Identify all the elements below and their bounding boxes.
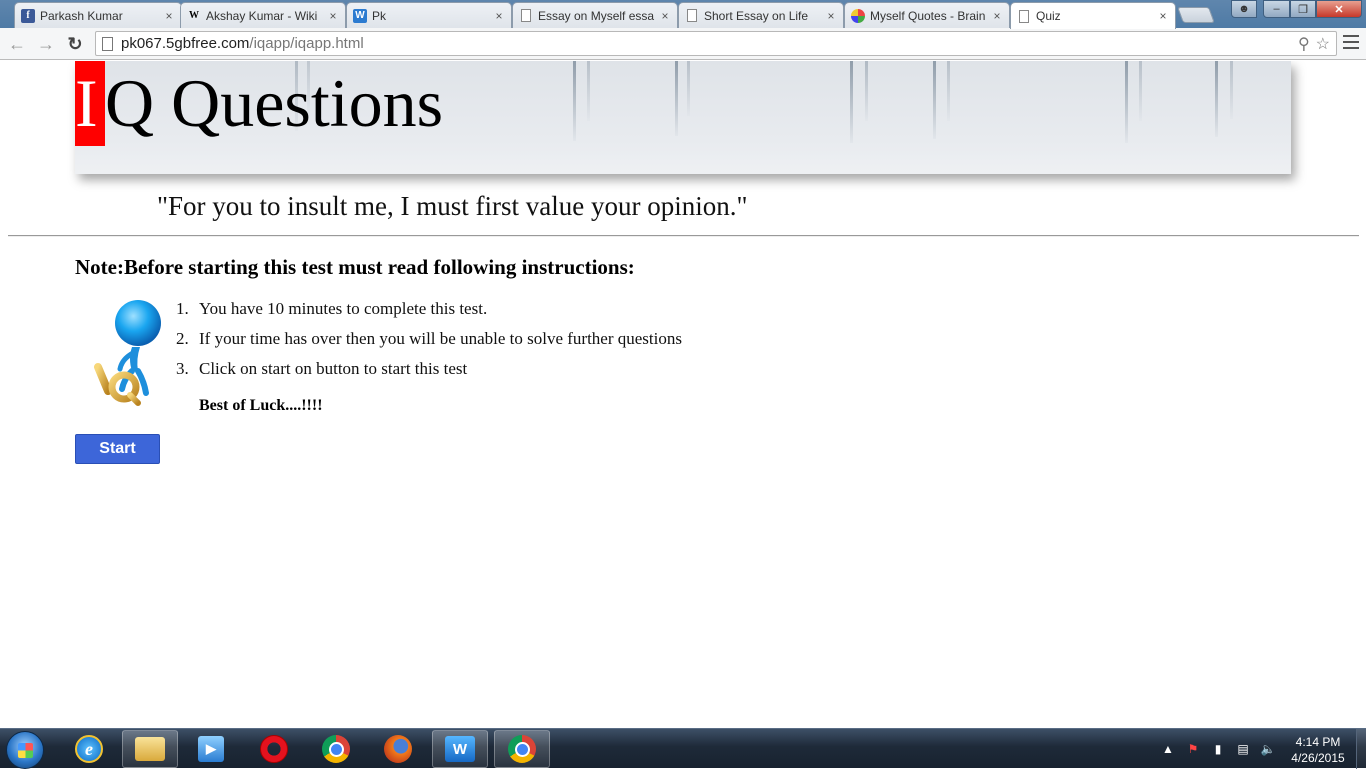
back-arrow-icon[interactable]: ← xyxy=(5,32,29,56)
title-rest: Q Questions xyxy=(105,65,444,141)
tab-title: Quiz xyxy=(1036,9,1061,23)
maximize-button[interactable]: ❐ xyxy=(1290,0,1316,18)
webstorm-icon: W xyxy=(445,736,475,762)
page-title: IQ Questions xyxy=(75,61,443,146)
url-host: pk067.5gbfree.com xyxy=(121,35,250,52)
windows-taskbar: e ▶ W ▲ ⚑ ▮ ▤ 🔈 4:14 PM 4/26/2015 xyxy=(0,728,1366,769)
close-tab-icon[interactable]: × xyxy=(163,9,175,23)
quote-text: "For you to insult me, I must first valu… xyxy=(157,191,748,221)
system-tray: ▲ ⚑ ▮ ▤ 🔈 xyxy=(1160,729,1276,769)
brainyquote-icon xyxy=(851,8,865,23)
taskbar-media-player[interactable]: ▶ xyxy=(183,730,239,768)
user-icon[interactable]: ☻ xyxy=(1231,0,1257,18)
taskbar-windows-explorer[interactable] xyxy=(122,730,178,768)
taskbar-internet-explorer[interactable]: e xyxy=(61,730,117,768)
network-signal-icon[interactable]: ▤ xyxy=(1235,741,1251,757)
show-hidden-icons-icon[interactable]: ▲ xyxy=(1160,741,1176,757)
close-tab-icon[interactable]: × xyxy=(327,9,339,23)
tab-title: Pk xyxy=(372,8,387,23)
instruction-item: 2. If your time has over then you will be… xyxy=(176,329,682,348)
taskbar-chrome-active[interactable] xyxy=(494,730,550,768)
page-icon xyxy=(687,9,697,22)
tab-essay-life[interactable]: Short Essay on Life × xyxy=(678,2,844,28)
clock-date: 4/26/2015 xyxy=(1291,751,1345,765)
chrome-menu-icon[interactable] xyxy=(1342,33,1360,51)
instruction-item: 1. You have 10 minutes to complete this t… xyxy=(176,299,488,318)
tab-essay-myself[interactable]: Essay on Myself essa × xyxy=(512,2,678,28)
title-first-letter: I xyxy=(75,61,105,146)
tab-title: Parkash Kumar xyxy=(40,8,123,23)
bookmark-star-icon[interactable]: ☆ xyxy=(1316,34,1330,54)
browser-toolbar: ← → ↻ pk067.5gbfree.com/iqapp/iqapp.html… xyxy=(0,28,1366,60)
taskbar-opera[interactable] xyxy=(246,730,302,768)
windows-start-button[interactable] xyxy=(6,731,44,769)
note-heading: Note:Before starting this test must read… xyxy=(75,255,635,279)
page-icon xyxy=(1019,9,1029,23)
divider xyxy=(8,235,1359,237)
tab-title: Essay on Myself essa xyxy=(538,8,655,23)
tab-title: Short Essay on Life xyxy=(704,8,809,23)
address-bar[interactable]: pk067.5gbfree.com/iqapp/iqapp.html ⚲ ☆ xyxy=(95,31,1337,56)
media-player-icon: ▶ xyxy=(198,736,224,762)
tab-pk[interactable]: W Pk × xyxy=(346,2,512,28)
taskbar-chrome[interactable] xyxy=(308,730,364,768)
tab-title: Akshay Kumar - Wiki xyxy=(206,8,318,23)
minimize-button[interactable]: – xyxy=(1263,0,1290,18)
reload-icon[interactable]: ↻ xyxy=(63,32,87,56)
forward-arrow-icon[interactable]: → xyxy=(34,32,58,56)
tab-strip: f Parkash Kumar × W Akshay Kumar - Wiki … xyxy=(0,0,1366,29)
volume-icon[interactable]: 🔈 xyxy=(1260,741,1276,757)
tab-wikipedia[interactable]: W Akshay Kumar - Wiki × xyxy=(180,2,346,28)
close-tab-icon[interactable]: × xyxy=(1157,9,1169,23)
taskbar-clock[interactable]: 4:14 PM 4/26/2015 xyxy=(1282,734,1354,766)
iq-mascot-icon xyxy=(94,300,161,406)
close-tab-icon[interactable]: × xyxy=(493,9,505,23)
windows-explorer-icon xyxy=(135,737,165,761)
page-icon xyxy=(102,36,113,51)
tab-brainyquote[interactable]: Myself Quotes - Brain × xyxy=(844,2,1010,28)
close-tab-icon[interactable]: × xyxy=(825,9,837,23)
firefox-icon xyxy=(384,735,412,763)
start-button[interactable]: Start xyxy=(75,434,160,464)
window-controls: ☻ – ❐ ✕ xyxy=(1231,0,1362,18)
close-tab-icon[interactable]: × xyxy=(991,9,1003,23)
chrome-icon xyxy=(508,735,536,763)
instruction-item: 3. Click on start on button to start this… xyxy=(176,359,468,378)
facebook-icon: f xyxy=(21,8,35,23)
chrome-icon xyxy=(322,735,350,763)
tab-quiz[interactable]: Quiz × xyxy=(1010,2,1176,29)
best-of-luck-text: Best of Luck....!!!! xyxy=(199,397,323,414)
url-path: /iqapp/iqapp.html xyxy=(249,35,364,52)
taskbar-webstorm[interactable]: W xyxy=(432,730,488,768)
clock-time: 4:14 PM xyxy=(1295,735,1341,749)
internet-explorer-icon: e xyxy=(75,735,103,763)
close-tab-icon[interactable]: × xyxy=(659,9,671,23)
action-center-flag-icon[interactable]: ⚑ xyxy=(1185,741,1201,757)
tab-facebook[interactable]: f Parkash Kumar × xyxy=(14,2,182,28)
webstarts-icon: W xyxy=(353,8,367,23)
search-icon[interactable]: ⚲ xyxy=(1298,34,1310,54)
page-content: IQ Questions "For you to insult me, I mu… xyxy=(0,61,1366,728)
new-tab-button[interactable] xyxy=(1177,7,1215,23)
battery-icon[interactable]: ▮ xyxy=(1210,741,1226,757)
wikipedia-icon: W xyxy=(189,10,199,21)
taskbar-firefox[interactable] xyxy=(370,730,426,768)
tab-title: Myself Quotes - Brain xyxy=(870,8,986,23)
instructions-list: 1. You have 10 minutes to complete this t… xyxy=(176,297,682,387)
opera-icon xyxy=(260,735,288,763)
page-icon xyxy=(521,9,531,22)
show-desktop-button[interactable] xyxy=(1356,729,1366,769)
header-banner: IQ Questions xyxy=(75,61,1291,174)
close-window-button[interactable]: ✕ xyxy=(1316,0,1362,18)
